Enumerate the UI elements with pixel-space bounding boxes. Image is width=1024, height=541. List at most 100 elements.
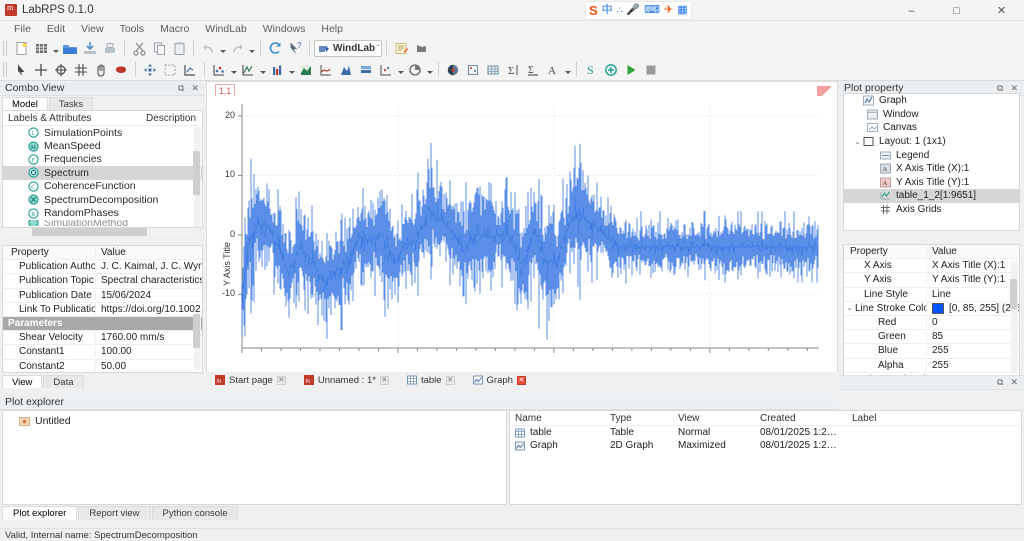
doc-tab-close-icon[interactable]: ✕ [517,376,526,385]
stacked-bar-icon[interactable] [356,60,376,79]
plot-prop-row-line-style[interactable]: Line Style Line [844,288,1019,302]
scatter-plot-icon[interactable] [209,60,229,79]
plot-prop-value[interactable]: 255 [926,360,1019,371]
plot-tree-item-window[interactable]: Window [844,108,1019,122]
property-row-publication-topic[interactable]: Publication Topic Spectral characteristi… [3,274,202,288]
property-grid-vertical-scrollbar[interactable] [194,312,201,370]
menu-macro[interactable]: Macro [152,21,197,38]
magnifier-icon[interactable] [111,60,131,79]
plot-prop-value[interactable]: Y Axis Title (Y):1 [926,274,1019,285]
vector-plot-icon[interactable] [376,60,396,79]
model-tree[interactable]: Labels & Attributes Description L Simula… [2,110,203,228]
sigma-icon[interactable]: Σ [503,60,523,79]
property-value[interactable]: 50.00 [95,361,202,372]
doc-tab-close-icon[interactable]: ✕ [380,376,389,385]
doc-tab-close-icon[interactable]: ✕ [277,376,286,385]
plot-prop-value[interactable]: 85 [926,331,1019,342]
doc-tab-table[interactable]: table ✕ [404,373,458,387]
ime-tools-icon[interactable]: ✈ [664,5,673,16]
property-row-publication-author[interactable]: Publication Author J. C. Kaimal, J. C. W… [3,260,202,274]
plot-prop-row-alpha[interactable]: Alpha 255 [844,359,1019,373]
chinese-input-icon[interactable]: 中 [602,5,613,16]
property-row-shear-velocity[interactable]: Shear Velocity 1760.00 mm/s [3,331,202,345]
ime-dots-icon[interactable]: ∴ [617,6,623,15]
plot-tree-item-legend[interactable]: Legend [844,148,1019,162]
plot-grid-vertical-scrollbar[interactable] [1011,261,1018,373]
minimize-button[interactable]: – [889,0,934,21]
tree-item-spectrum[interactable]: Spectrum [3,166,202,179]
line-plot-icon[interactable] [238,60,258,79]
model-tree-v-thumb[interactable] [193,151,200,195]
menu-windlab[interactable]: WindLab [197,21,254,38]
microphone-icon[interactable]: 🎤 [626,5,640,16]
tab-python-console[interactable]: Python console [152,506,239,520]
property-value[interactable]: J. C. Kaimal, J. C. Wyng… [95,261,202,272]
tab-tasks[interactable]: Tasks [49,97,93,110]
menu-windows[interactable]: Windows [255,21,314,38]
property-row-link-to-publication[interactable]: Link To Publication https://doi.org/10.1… [3,303,202,317]
secondary-panel-close-icon[interactable]: ✕ [1010,378,1018,387]
3d-surface-icon[interactable] [443,60,463,79]
property-editor-grid[interactable]: Property Value Publication Author J. C. … [2,245,203,373]
sogou-ime-icon[interactable]: S [589,4,598,17]
col-view[interactable]: View [678,413,760,424]
app-grid-icon[interactable]: ▦ [677,5,687,16]
plot-prop-value[interactable]: 0 [926,317,1019,328]
combo-view-restore-icon[interactable]: ⧉ [178,84,184,93]
graph-mdi-window[interactable]: 1,1 Y Axis Title X Axis Title -1001020 [206,81,838,388]
move-arrows-icon[interactable] [140,60,160,79]
bar-chart-icon[interactable] [267,60,287,79]
plot-explorer-list[interactable]: Name Type View Created Label table Table… [509,410,1022,505]
model-tree-vertical-scrollbar[interactable] [194,127,201,227]
new-document-icon[interactable] [11,39,31,58]
tab-view[interactable]: View [2,375,42,388]
histogram-icon[interactable] [336,60,356,79]
menu-view[interactable]: View [73,21,112,38]
spline-plot-icon[interactable] [316,60,336,79]
simulation-s-icon[interactable]: S [581,60,601,79]
data-reader-icon[interactable] [71,60,91,79]
plot-property-close-icon[interactable]: ✕ [1010,84,1018,93]
plot-property-tree[interactable]: Graph Window Canvas ⌄ Layout: 1 (1x1) Le… [843,93,1020,231]
zoom-rect-icon[interactable] [160,60,180,79]
tab-data[interactable]: Data [43,375,83,388]
col-name[interactable]: Name [510,413,610,424]
whats-this-icon[interactable]: ? [285,39,305,58]
ime-tray[interactable]: S 中 ∴ 🎤 ⌨ ✈ ▦ [585,1,692,20]
run-simulation-icon[interactable] [621,60,641,79]
tree-item-frequencies[interactable]: F Frequencies [3,153,202,166]
refresh-icon[interactable] [265,39,285,58]
plot-prop-value[interactable]: 255 [926,345,1019,356]
tree-item-simulationpoints[interactable]: L SimulationPoints [3,126,202,139]
plot-tree-item-layout[interactable]: ⌄ Layout: 1 (1x1) [844,135,1019,149]
line-plot-chevron-down-icon[interactable] [258,60,267,79]
plot-explorer-root-item[interactable]: Untitled [3,414,506,428]
secondary-panel-restore-icon[interactable]: ⧉ [997,378,1003,387]
3d-scatter-icon[interactable] [463,60,483,79]
property-value[interactable]: Spectral characteristics … [95,275,202,286]
integrate-icon[interactable]: Σ [523,60,543,79]
property-row-publication-date[interactable]: Publication Date 15/06/2024 [3,289,202,303]
plot-tree-item-y-axis-title[interactable]: A Y Axis Title (Y):1 [844,176,1019,190]
edit-note-icon[interactable] [391,39,411,58]
model-tree-horizontal-scrollbar[interactable] [2,228,192,236]
layout-chevron-down-icon[interactable]: ⌄ [852,138,863,146]
bar-chart-chevron-down-icon[interactable] [287,60,296,79]
plot-prop-row-green[interactable]: Green 85 [844,330,1019,344]
tree-item-coherencefunction[interactable]: C CoherenceFunction [3,180,202,193]
tree-item-randomphases[interactable]: R RandomPhases [3,206,202,219]
plot-prop-row-line-stroke-color[interactable]: ⌄ Line Stroke Color [0, 85, 255] (255) [844,302,1019,316]
new-spreadsheet-chevron-down-icon[interactable] [51,39,60,58]
keyboard-icon[interactable]: ⌨ [644,5,660,16]
menu-edit[interactable]: Edit [39,21,73,38]
plot-prop-row-blue[interactable]: Blue 255 [844,344,1019,358]
plot-tree-item-graph[interactable]: Graph [844,94,1019,108]
pointer-tool-icon[interactable] [11,60,31,79]
new-spreadsheet-icon[interactable] [31,39,51,58]
tree-item-simulationmethod[interactable]: SimulationMethod [3,220,202,226]
plot-list-row-table[interactable]: table Table Normal 08/01/2025 1:2… [510,426,1021,439]
tab-report-view[interactable]: Report view [78,506,150,520]
plot-toolbar-grip[interactable] [3,62,9,77]
line-stroke-color-swatch[interactable] [932,303,944,314]
plot-tree-item-canvas[interactable]: Canvas [844,121,1019,135]
